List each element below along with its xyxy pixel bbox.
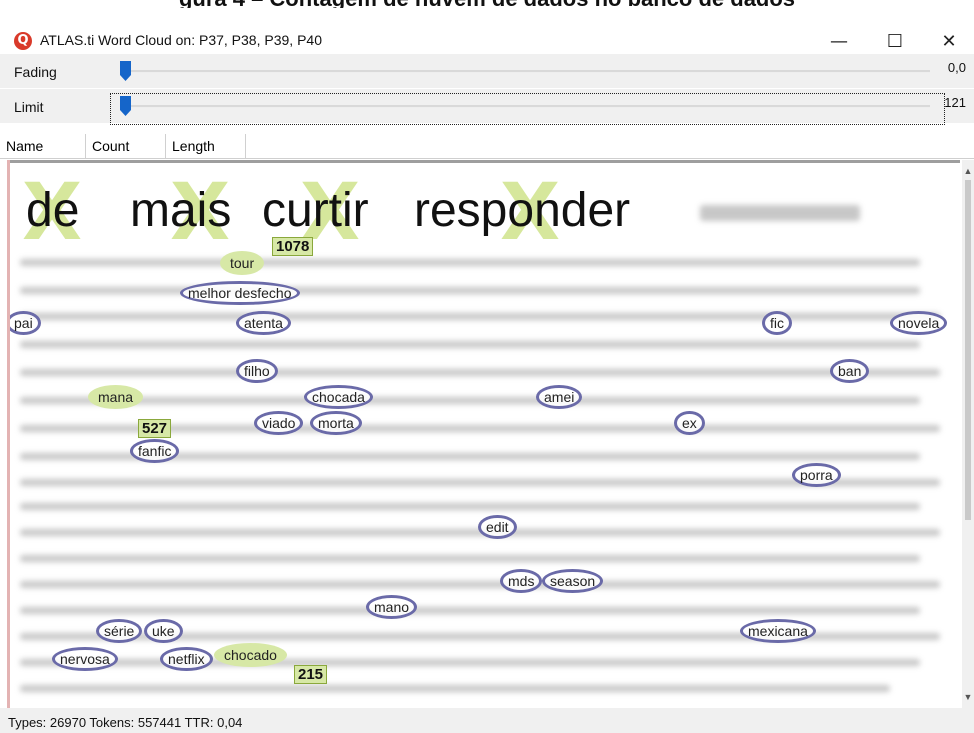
cloud-word[interactable]: melhor desfecho (180, 281, 300, 305)
cloud-word[interactable]: mexicana (740, 619, 816, 643)
window-title: ATLAS.ti Word Cloud on: P37, P38, P39, P… (40, 32, 322, 48)
count-badge: 1078 (272, 237, 314, 256)
cloud-word[interactable]: fic (762, 311, 792, 335)
redacted-line (20, 581, 940, 588)
cloud-word[interactable]: ex (674, 411, 705, 435)
fading-row: Fading 0,0 (0, 54, 974, 88)
redacted-line (20, 341, 920, 348)
scroll-thumb[interactable] (965, 180, 971, 520)
figure-caption: gura 4 – Contagem de nuvem de dados no b… (0, 0, 974, 8)
cloud-word[interactable]: netflix (160, 647, 213, 671)
cloud-word[interactable]: chocada (304, 385, 373, 409)
cloud-word[interactable]: mano (366, 595, 418, 619)
scroll-down-icon[interactable]: ▼ (962, 690, 974, 704)
cloud-word[interactable]: viado (254, 411, 304, 435)
redacted-word (700, 205, 860, 221)
title-bar: Q ATLAS.ti Word Cloud on: P37, P38, P39,… (0, 10, 974, 54)
cloud-word[interactable]: atenta (236, 311, 291, 335)
atlas-logo-icon: Q (14, 32, 32, 50)
count-badge: 527 (138, 419, 172, 438)
fading-slider[interactable] (120, 61, 930, 81)
cloud-word[interactable]: novela (890, 311, 948, 335)
cloud-word[interactable]: edit (478, 515, 517, 539)
status-text: Types: 26970 Tokens: 557441 TTR: 0,04 (8, 715, 243, 730)
cloud-word[interactable]: porra (792, 463, 841, 487)
cloud-word-large[interactable]: responder (414, 183, 630, 238)
redacted-line (20, 607, 920, 614)
redacted-line (20, 659, 920, 666)
cloud-word-large[interactable]: de (26, 183, 79, 238)
redacted-line (20, 259, 920, 266)
cloud-word[interactable]: pai (10, 311, 41, 335)
redacted-line (20, 369, 940, 376)
fading-label: Fading (14, 64, 57, 80)
cloud-word-large[interactable]: curtir (262, 183, 369, 238)
redacted-line (20, 397, 920, 404)
cloud-word[interactable]: amei (536, 385, 583, 409)
cloud-word[interactable]: ban (830, 359, 870, 383)
limit-value: 121 (944, 95, 966, 110)
cloud-word[interactable]: season (542, 569, 604, 593)
redacted-line (20, 313, 940, 320)
fading-slider-thumb[interactable] (120, 61, 131, 81)
cloud-word[interactable]: filho (236, 359, 278, 383)
word-cloud: X X X X de mais curtir responder tour 10… (10, 160, 960, 711)
column-header-length[interactable]: Length (166, 134, 246, 158)
column-headers: Name Count Length (0, 134, 974, 159)
redacted-line (20, 555, 920, 562)
cloud-word[interactable]: nervosa (52, 647, 118, 671)
redacted-line (20, 287, 920, 294)
cloud-word-large[interactable]: mais (130, 183, 231, 238)
cloud-word[interactable]: fanfic (130, 439, 180, 463)
limit-label: Limit (14, 99, 44, 115)
focus-rectangle (110, 93, 945, 125)
cloud-word[interactable]: mds (500, 569, 543, 593)
column-header-name[interactable]: Name (0, 134, 86, 158)
scroll-up-icon[interactable]: ▲ (962, 164, 974, 178)
cloud-word[interactable]: uke (144, 619, 183, 643)
cloud-word[interactable]: chocado (214, 643, 287, 667)
redacted-line (20, 503, 920, 510)
column-header-count[interactable]: Count (86, 134, 166, 158)
status-bar: Types: 26970 Tokens: 557441 TTR: 0,04 (0, 708, 974, 733)
cloud-word[interactable]: série (96, 619, 143, 643)
count-badge: 215 (294, 665, 328, 684)
redacted-line (20, 685, 890, 692)
cloud-word[interactable]: mana (88, 385, 144, 409)
vertical-scrollbar[interactable]: ▲ ▼ (962, 160, 974, 708)
fading-value: 0,0 (947, 60, 966, 75)
cloud-word[interactable]: morta (310, 411, 362, 435)
cloud-word[interactable]: tour (220, 251, 265, 275)
